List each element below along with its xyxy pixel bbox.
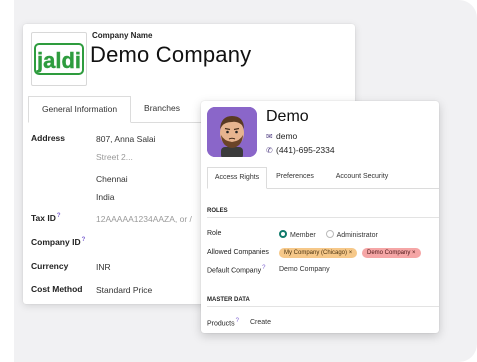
help-icon[interactable]: ? <box>57 213 61 219</box>
user-phone-row: ✆ (441)-695-2334 <box>266 145 335 155</box>
person-avatar-icon <box>207 107 257 157</box>
tag-remove-icon[interactable]: × <box>349 250 353 256</box>
tab-preferences[interactable]: Preferences <box>269 167 321 187</box>
products-label-text: Products <box>207 320 235 328</box>
default-company-label: Default Company? <box>207 265 265 274</box>
user-name-field[interactable]: Demo <box>266 108 309 126</box>
tax-id-label-text: Tax ID <box>31 213 56 223</box>
products-label: Products? <box>207 318 239 327</box>
role-option-administrator-label[interactable]: Administrator <box>337 232 378 239</box>
tab-general-information[interactable]: General Information <box>28 96 131 123</box>
radio-administrator[interactable] <box>325 230 334 238</box>
products-field[interactable]: Create <box>250 319 271 326</box>
tag-label: My Company (Chicago) <box>284 250 348 256</box>
allowed-companies-tags[interactable]: My Company (Chicago) × Demo Company × <box>279 248 439 259</box>
company-name-field[interactable]: Demo Company <box>90 42 251 68</box>
tab-account-security[interactable]: Account Security <box>326 167 398 187</box>
tag-label: Demo Company <box>367 250 411 256</box>
currency-label: Currency <box>31 261 69 271</box>
default-company-label-text: Default Company <box>207 267 262 275</box>
master-data-section-title: MASTER DATA <box>207 297 439 307</box>
phone-icon: ✆ <box>266 146 273 155</box>
company-id-label: Company ID? <box>31 237 85 247</box>
user-tabs: Access Rights Preferences Account Securi… <box>207 167 439 189</box>
tag-remove-icon[interactable]: × <box>412 250 416 256</box>
address-label: Address <box>31 133 66 143</box>
jaldi-logo-icon: jaldi <box>34 43 84 75</box>
tax-id-label: Tax ID? <box>31 213 61 223</box>
cost-method-label: Cost Method <box>31 284 83 294</box>
background-margin <box>0 0 14 362</box>
help-icon[interactable]: ? <box>262 265 265 271</box>
envelope-icon: ✉ <box>266 132 273 141</box>
company-logo[interactable]: jaldi <box>31 32 87 86</box>
role-radio-group: Member Administrator <box>279 230 378 239</box>
role-label: Role <box>207 230 222 237</box>
user-form-card: Demo ✉ demo ✆ (441)-695-2334 Access Rights… <box>201 101 439 333</box>
city-field[interactable]: Chennai <box>96 174 128 184</box>
help-icon[interactable]: ? <box>82 237 86 243</box>
radio-member[interactable] <box>279 230 287 238</box>
currency-field[interactable]: INR <box>96 262 111 272</box>
tag-my-company-chicago: My Company (Chicago) × <box>279 248 358 258</box>
user-login-row: ✉ demo <box>266 131 297 141</box>
role-option-member-label[interactable]: Member <box>290 232 316 239</box>
street2-field[interactable]: Street 2... <box>96 152 133 162</box>
company-name-label: Company Name <box>92 31 153 40</box>
cost-method-field[interactable]: Standard Price <box>96 285 152 295</box>
tag-demo-company: Demo Company × <box>362 248 421 258</box>
user-phone-field[interactable]: (441)-695-2334 <box>276 145 335 155</box>
company-id-label-text: Company ID <box>31 237 81 247</box>
address-line1-field[interactable]: 807, Anna Salai <box>96 134 156 144</box>
roles-section-title: ROLES <box>207 208 439 218</box>
user-avatar[interactable] <box>207 107 257 157</box>
allowed-companies-label: Allowed Companies <box>207 249 269 256</box>
help-icon[interactable]: ? <box>236 318 239 324</box>
tab-branches[interactable]: Branches <box>132 96 192 121</box>
tab-access-rights[interactable]: Access Rights <box>207 167 267 189</box>
tax-id-field[interactable]: 12AAAAA1234AAZA, or / <box>96 214 192 224</box>
user-login-field[interactable]: demo <box>276 131 297 141</box>
logo-text: jaldi <box>36 48 81 73</box>
default-company-field[interactable]: Demo Company <box>279 266 330 273</box>
country-field[interactable]: India <box>96 192 114 202</box>
